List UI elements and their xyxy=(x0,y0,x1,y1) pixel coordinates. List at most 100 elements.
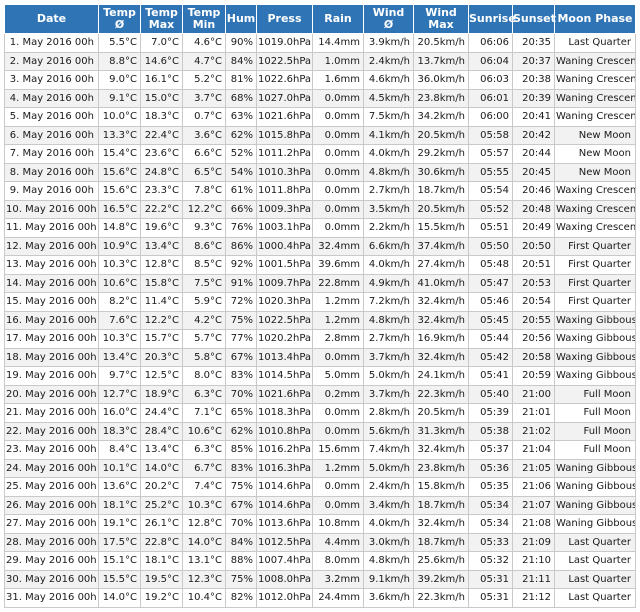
cell-temp-avg: 16.5°C xyxy=(98,199,141,219)
table-row: 7. May 2016 00h 15.4°C 23.6°C 6.6°C 52% 1011.… xyxy=(4,144,636,164)
cell-moon-phase: Full Moon xyxy=(554,421,636,441)
col-header-label: Sunrise xyxy=(469,12,516,25)
cell-pressure: 1003.1hPa xyxy=(256,218,313,238)
table-row: 27. May 2016 00h 19.1°C 26.1°C 12.8°C 70% 101… xyxy=(4,514,636,534)
cell-wind-avg: 3.7km/h xyxy=(363,347,414,367)
cell-date: 23. May 2016 00h xyxy=(4,440,99,460)
cell-sunset: 20:53 xyxy=(512,273,555,293)
cell-sunrise: 05:44 xyxy=(468,329,513,349)
cell-wind-max: 15.5km/h xyxy=(413,218,469,238)
cell-sunset: 21:02 xyxy=(512,421,555,441)
cell-sunset: 21:04 xyxy=(512,440,555,460)
cell-wind-max: 18.7km/h xyxy=(413,181,469,201)
cell-wind-max: 16.9km/h xyxy=(413,329,469,349)
cell-rain: 3.2mm xyxy=(312,569,364,589)
table-row: 31. May 2016 00h 14.0°C 19.2°C 10.4°C 82% 101… xyxy=(4,588,636,608)
cell-sunrise: 05:31 xyxy=(468,569,513,589)
cell-humidity: 52% xyxy=(225,144,257,164)
cell-rain: 0.0mm xyxy=(312,144,364,164)
col-header-temp-max[interactable]: Temp Max xyxy=(140,4,183,34)
cell-rain: 39.6mm xyxy=(312,255,364,275)
cell-sunrise: 05:40 xyxy=(468,384,513,404)
col-header-temp-avg[interactable]: Temp Ø xyxy=(98,4,141,34)
cell-humidity: 54% xyxy=(225,162,257,182)
table-row: 8. May 2016 00h 15.6°C 24.8°C 6.5°C 54% 1010.… xyxy=(4,162,636,182)
cell-temp-max: 28.4°C xyxy=(140,421,183,441)
col-header-sunset[interactable]: Sunset xyxy=(512,4,556,34)
cell-rain: 0.0mm xyxy=(312,88,364,108)
col-header-rain[interactable]: Rain xyxy=(312,4,364,34)
col-header-wind-avg[interactable]: Wind Ø xyxy=(363,4,414,34)
cell-date: 28. May 2016 00h xyxy=(4,532,99,552)
cell-pressure: 1016.3hPa xyxy=(256,458,313,478)
cell-temp-avg: 10.0°C xyxy=(98,107,141,127)
col-header-sunrise[interactable]: Sunrise xyxy=(468,4,516,34)
cell-moon-phase: Last Quarter xyxy=(554,551,636,571)
table-row: 16. May 2016 00h 7.6°C 12.2°C 4.2°C 75% 1022.… xyxy=(4,310,636,330)
cell-sunset: 20:35 xyxy=(512,33,555,53)
cell-sunset: 21:07 xyxy=(512,495,555,515)
table-row: 3. May 2016 00h 9.0°C 16.1°C 5.2°C 81% 1022.6… xyxy=(4,70,636,90)
table-body: 1. May 2016 00h 5.5°C 7.0°C 4.6°C 90% 1019.0h… xyxy=(4,33,636,608)
cell-wind-avg: 4.8km/h xyxy=(363,310,414,330)
cell-wind-max: 37.4km/h xyxy=(413,236,469,256)
cell-sunset: 20:54 xyxy=(512,292,555,312)
col-header-temp-min[interactable]: Temp Min xyxy=(182,4,226,34)
cell-moon-phase: Full Moon xyxy=(554,440,636,460)
cell-moon-phase: Waxing Crescent xyxy=(554,218,636,238)
cell-date: 17. May 2016 00h xyxy=(4,329,99,349)
cell-pressure: 1013.4hPa xyxy=(256,347,313,367)
cell-wind-max: 39.2km/h xyxy=(413,569,469,589)
cell-sunset: 20:49 xyxy=(512,218,555,238)
cell-pressure: 1014.5hPa xyxy=(256,366,313,386)
cell-sunrise: 06:03 xyxy=(468,70,513,90)
cell-humidity: 75% xyxy=(225,310,257,330)
cell-wind-max: 29.2km/h xyxy=(413,144,469,164)
cell-temp-max: 22.4°C xyxy=(140,125,183,145)
cell-pressure: 1014.6hPa xyxy=(256,495,313,515)
col-header-pressure[interactable]: Press xyxy=(256,4,313,34)
cell-sunrise: 05:54 xyxy=(468,181,513,201)
cell-moon-phase: Waning Crescent xyxy=(554,70,636,90)
cell-wind-max: 18.7km/h xyxy=(413,532,469,552)
cell-temp-avg: 7.6°C xyxy=(98,310,141,330)
cell-moon-phase: Waxing Crescent xyxy=(554,199,636,219)
cell-wind-avg: 3.4km/h xyxy=(363,495,414,515)
col-header-date[interactable]: Date xyxy=(4,4,99,34)
cell-humidity: 65% xyxy=(225,403,257,423)
cell-temp-avg: 18.3°C xyxy=(98,421,141,441)
cell-wind-avg: 4.0km/h xyxy=(363,144,414,164)
col-header-wind-max[interactable]: Wind Max xyxy=(413,4,469,34)
cell-sunset: 20:55 xyxy=(512,310,555,330)
cell-date: 12. May 2016 00h xyxy=(4,236,99,256)
cell-temp-max: 26.1°C xyxy=(140,514,183,534)
cell-wind-max: 30.6km/h xyxy=(413,162,469,182)
cell-wind-max: 18.7km/h xyxy=(413,495,469,515)
cell-temp-min: 6.7°C xyxy=(182,458,226,478)
cell-wind-avg: 5.0km/h xyxy=(363,458,414,478)
cell-humidity: 83% xyxy=(225,458,257,478)
cell-temp-min: 13.1°C xyxy=(182,551,226,571)
cell-date: 26. May 2016 00h xyxy=(4,495,99,515)
table-row: 20. May 2016 00h 12.7°C 18.9°C 6.3°C 70% 1021… xyxy=(4,384,636,404)
cell-humidity: 77% xyxy=(225,329,257,349)
col-header-humidity[interactable]: Hum xyxy=(225,4,257,34)
cell-sunset: 20:46 xyxy=(512,181,555,201)
cell-temp-avg: 15.1°C xyxy=(98,551,141,571)
cell-pressure: 1021.6hPa xyxy=(256,107,313,127)
cell-humidity: 70% xyxy=(225,514,257,534)
table-row: 26. May 2016 00h 18.1°C 25.2°C 10.3°C 67% 101… xyxy=(4,495,636,515)
cell-date: 7. May 2016 00h xyxy=(4,144,99,164)
cell-sunset: 20:51 xyxy=(512,255,555,275)
col-header-label: Date xyxy=(36,12,67,25)
cell-temp-avg: 15.4°C xyxy=(98,144,141,164)
cell-temp-max: 19.6°C xyxy=(140,218,183,238)
cell-moon-phase: Waxing Gibbous xyxy=(554,347,636,367)
table-row: 9. May 2016 00h 15.6°C 23.3°C 7.8°C 61% 1011.… xyxy=(4,181,636,201)
col-header-moon-phase[interactable]: Moon Phase xyxy=(554,4,636,34)
col-header-sublabel: Min xyxy=(192,18,216,31)
cell-temp-min: 3.7°C xyxy=(182,88,226,108)
cell-sunset: 20:59 xyxy=(512,366,555,386)
cell-temp-min: 4.6°C xyxy=(182,33,226,53)
cell-sunset: 21:00 xyxy=(512,384,555,404)
